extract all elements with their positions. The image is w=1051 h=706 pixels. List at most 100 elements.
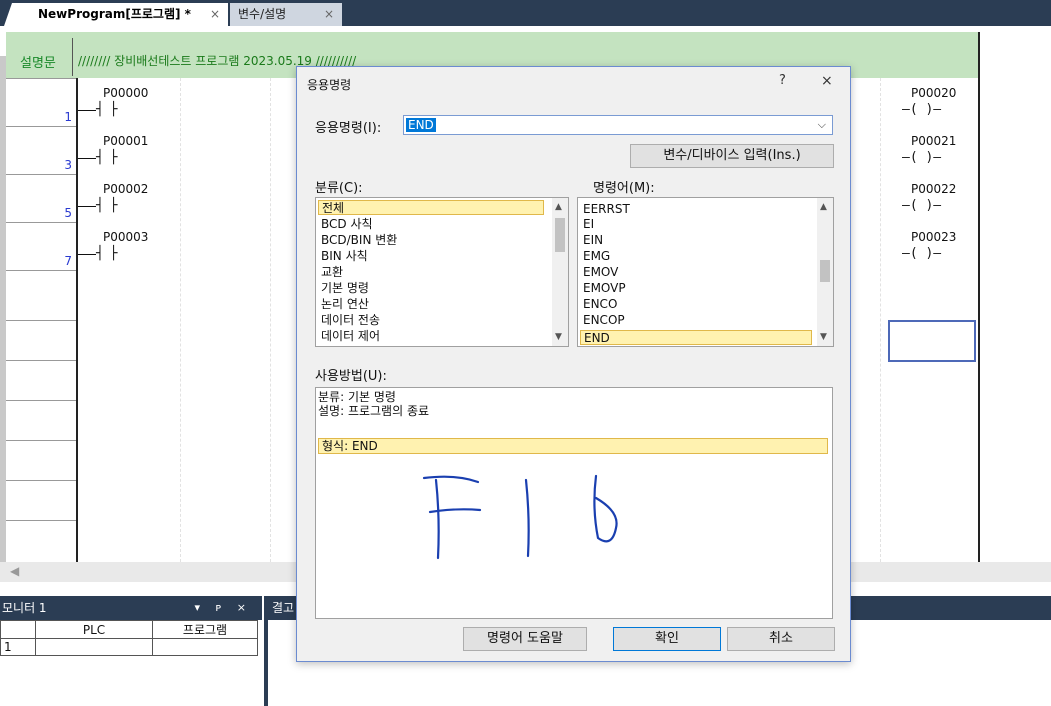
list-item[interactable]: EI <box>580 217 594 232</box>
table-row[interactable]: 1 <box>0 638 258 656</box>
coil[interactable]: –( )– <box>902 246 941 261</box>
wire <box>78 110 96 111</box>
contact-label: P00002 <box>103 182 149 196</box>
left-power-rail <box>76 78 78 562</box>
command-label: 응용명령(I): <box>315 121 382 136</box>
handwritten-annotation-icon <box>422 474 618 560</box>
application-instruction-dialog: 응용명령 ? × 응용명령(I): END ⌵ 변수/디바이스 입력(Ins.)… <box>296 66 851 662</box>
coil-label: P00022 <box>911 182 957 196</box>
table-cell[interactable] <box>35 638 153 656</box>
coil-label: P00023 <box>911 230 957 244</box>
list-item[interactable]: END <box>580 330 812 345</box>
usage-format: 형식: END <box>318 438 828 454</box>
scroll-left-icon[interactable]: ◀ <box>10 564 19 578</box>
grid-line <box>270 78 272 562</box>
scroll-down-icon[interactable]: ▼ <box>820 332 827 342</box>
grid-line <box>880 78 882 562</box>
vertical-scrollbar[interactable]: ▲ ▼ <box>552 198 568 346</box>
list-item[interactable]: BIN 사칙 <box>318 249 368 264</box>
usage-label: 사용방법(U): <box>315 369 387 384</box>
rung-divider <box>6 320 76 321</box>
coil[interactable]: –( )– <box>902 150 941 165</box>
list-item[interactable]: 교환 <box>318 265 343 280</box>
coil-label: P00020 <box>911 86 957 100</box>
rung-number: 1 <box>64 110 72 124</box>
dialog-title: 응용명령 <box>307 78 352 92</box>
monitor-table: PLC 프로그램 1 <box>0 620 258 656</box>
rung-gutter <box>0 56 6 568</box>
close-icon[interactable]: × <box>210 3 220 26</box>
scroll-up-icon[interactable]: ▲ <box>555 202 562 212</box>
rung-divider <box>6 520 76 521</box>
wire <box>78 158 96 159</box>
chevron-down-icon[interactable]: ⌵ <box>818 118 826 132</box>
tab-newprogram[interactable]: NewProgram[프로그램] * × <box>4 3 228 26</box>
panel-tools-icon[interactable]: ▾ ᴘ × <box>195 596 253 620</box>
rung-divider <box>6 480 76 481</box>
help-icon[interactable]: ? <box>779 73 786 88</box>
list-item[interactable]: 기본 명령 <box>318 281 369 296</box>
ok-button[interactable]: 확인 <box>613 627 721 651</box>
tab-variables[interactable]: 변수/설명 × <box>230 3 342 26</box>
coil-label: P00021 <box>911 134 957 148</box>
table-header-row: PLC 프로그램 <box>0 620 258 639</box>
scroll-up-icon[interactable]: ▲ <box>820 202 827 212</box>
scroll-down-icon[interactable]: ▼ <box>555 332 562 342</box>
table-cell[interactable] <box>152 638 258 656</box>
command-help-button[interactable]: 명령어 도움말 <box>463 627 587 651</box>
table-cell: 1 <box>0 638 36 656</box>
command-combobox[interactable]: END ⌵ <box>403 115 833 135</box>
list-item[interactable]: ENCOP <box>580 313 625 328</box>
usage-description: 설명: 프로그램의 종료 <box>318 404 430 418</box>
result-title: 결고 <box>272 601 295 615</box>
column-header: 프로그램 <box>152 620 258 639</box>
category-listbox[interactable]: 전체 BCD 사칙 BCD/BIN 변환 BIN 사칙 교환 기본 명령 논리 … <box>315 197 569 347</box>
rung-number: 5 <box>64 206 72 220</box>
column-header: PLC <box>35 620 153 639</box>
command-value[interactable]: END <box>406 118 436 132</box>
contact-no[interactable]: ┤ ├ <box>96 198 118 213</box>
list-item[interactable]: 데이터 제어 <box>318 329 380 344</box>
close-icon[interactable]: × <box>821 73 833 89</box>
rung-divider <box>6 174 76 175</box>
usage-category: 분류: 기본 명령 <box>318 390 396 404</box>
contact-no[interactable]: ┤ ├ <box>96 102 118 117</box>
tab-newprogram-label: NewProgram[프로그램] * <box>38 7 191 21</box>
variable-device-input-button[interactable]: 변수/디바이스 입력(Ins.) <box>630 144 834 168</box>
list-item[interactable]: EMOVP <box>580 281 626 296</box>
list-item[interactable]: EIN <box>580 233 603 248</box>
list-item[interactable]: 전체 <box>318 200 544 215</box>
list-item[interactable]: 논리 연산 <box>318 297 369 312</box>
comment-label: 설명문 <box>20 56 56 71</box>
wire <box>78 254 96 255</box>
contact-label: P00000 <box>103 86 149 100</box>
monitor-title-bar: 모니터 1 ▾ ᴘ × <box>0 596 262 620</box>
cell-cursor[interactable] <box>888 320 976 362</box>
list-item[interactable]: ENCO <box>580 297 617 312</box>
close-icon[interactable]: × <box>324 3 334 26</box>
monitor-panel: 모니터 1 ▾ ᴘ × PLC 프로그램 1 <box>0 596 262 706</box>
rung-divider <box>6 440 76 441</box>
list-item[interactable]: EERRST <box>580 202 630 217</box>
rung-number: 7 <box>64 254 72 268</box>
list-item[interactable]: 데이터 전송 <box>318 313 380 328</box>
rung-divider <box>6 270 76 271</box>
scrollbar-thumb[interactable] <box>555 218 565 252</box>
contact-no[interactable]: ┤ ├ <box>96 150 118 165</box>
list-item[interactable]: EMG <box>580 249 610 264</box>
rung-divider <box>6 222 76 223</box>
scrollbar-thumb[interactable] <box>820 260 830 282</box>
keyword-label: 명령어(M): <box>593 181 655 196</box>
tab-variables-label: 변수/설명 <box>238 7 287 21</box>
right-power-rail <box>978 32 980 562</box>
list-item[interactable]: EMOV <box>580 265 618 280</box>
coil[interactable]: –( )– <box>902 102 941 117</box>
cancel-button[interactable]: 취소 <box>727 627 835 651</box>
keyword-listbox[interactable]: EERRST EI EIN EMG EMOV EMOVP ENCO ENCOP … <box>577 197 834 347</box>
contact-no[interactable]: ┤ ├ <box>96 246 118 261</box>
usage-textbox: 분류: 기본 명령 설명: 프로그램의 종료 형식: END <box>315 387 833 619</box>
coil[interactable]: –( )– <box>902 198 941 213</box>
vertical-scrollbar[interactable]: ▲ ▼ <box>817 198 833 346</box>
list-item[interactable]: BCD/BIN 변환 <box>318 233 397 248</box>
list-item[interactable]: BCD 사칙 <box>318 217 373 232</box>
